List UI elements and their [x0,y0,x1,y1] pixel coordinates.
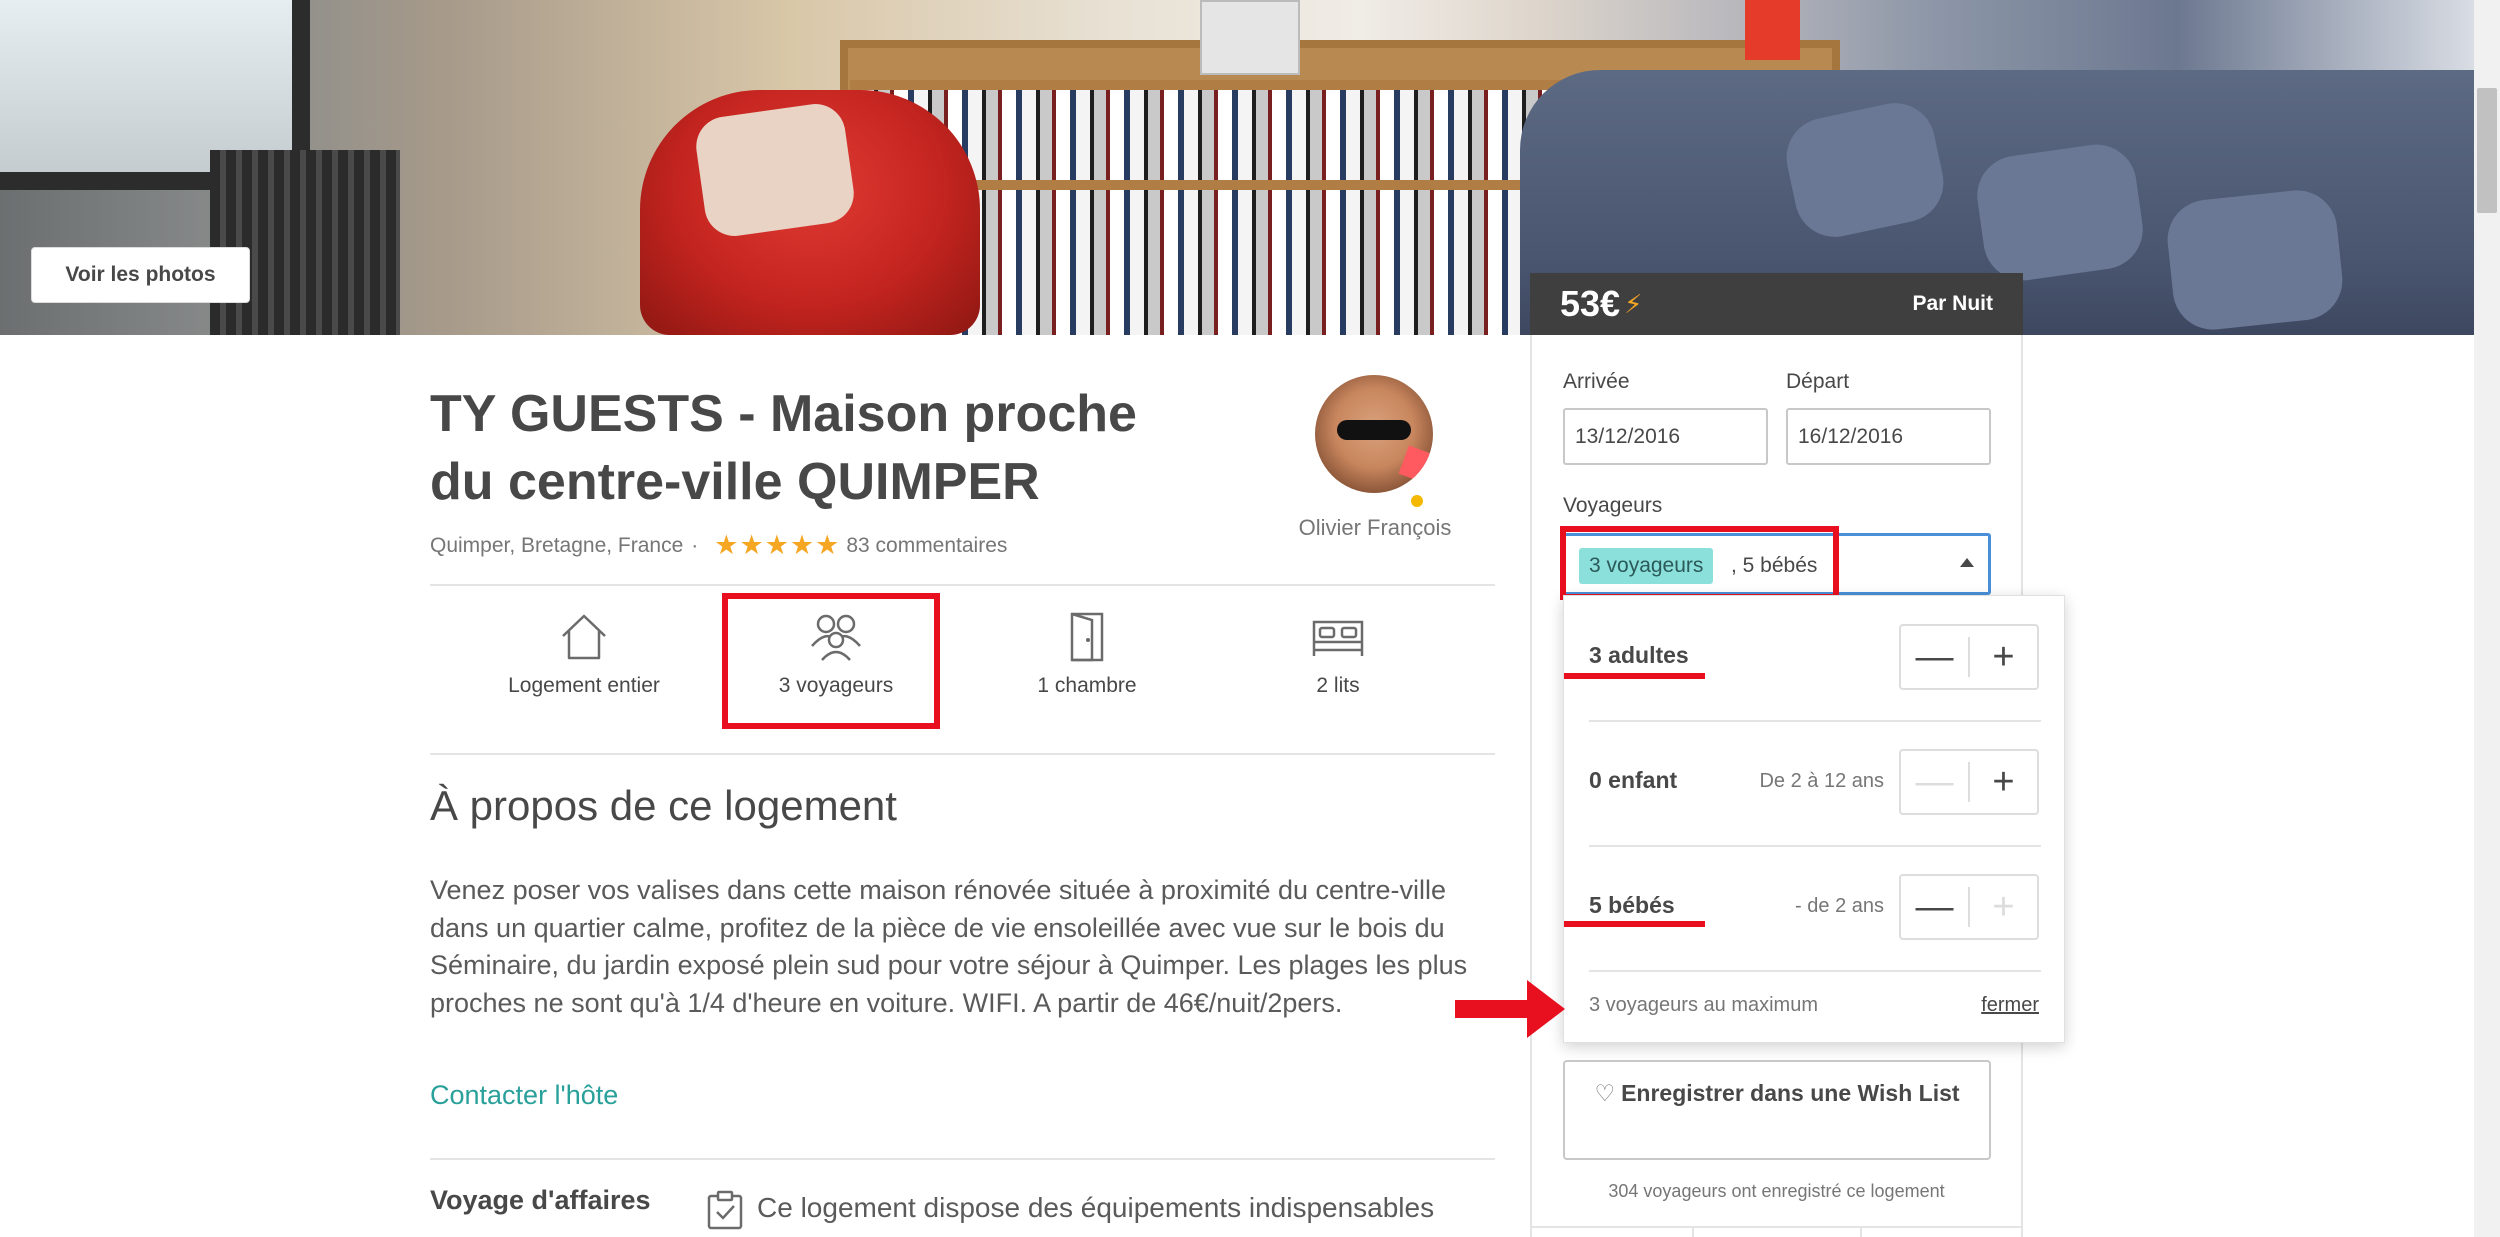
about-heading: À propos de ce logement [430,782,897,829]
booking-price-header: 53€ ⚡ Par Nuit [1530,273,2023,335]
children-label: 0 enfant [1589,767,1678,793]
infants-decrement-button[interactable]: — [1901,876,1968,938]
adults-label: 3 adultes [1589,642,1689,668]
business-travel-label: Voyage d'affaires [430,1185,651,1215]
adults-increment-button[interactable]: + [1970,626,2037,688]
amenity-entire-home: Logement entier [484,610,684,701]
divider [1589,970,2041,972]
divider [1530,1226,2023,1228]
nightly-price: 53€ ⚡ [1560,283,1642,325]
children-decrement-button[interactable]: — [1901,751,1968,813]
annotation-arrow-icon [1455,980,1565,1038]
checkin-label: Arrivée [1563,370,1630,393]
max-guests-note: 3 voyageurs au maximum [1589,994,1818,1016]
per-night-label: Par Nuit [1912,292,1993,315]
divider [1589,720,2041,722]
infants-label: 5 bébés [1589,892,1675,918]
guests-label: Voyageurs [1563,494,1663,517]
save-to-wishlist-button[interactable]: ♡ Enregistrer dans une Wish List [1563,1060,1991,1160]
superhost-badge-icon [1398,445,1433,483]
rating-stars-icon: ★★★★★ [714,530,841,560]
checklist-icon [707,1190,743,1230]
house-icon [562,614,606,660]
host-name[interactable]: Olivier François [1275,515,1475,541]
checkout-date-field[interactable]: 16/12/2016 [1786,408,1991,465]
guests-popover: 3 adultes — + 0 enfant De 2 à 12 ans — +… [1563,595,2065,1043]
annotation-box-guests [722,593,940,729]
amenity-label: 1 chambre [1037,674,1137,697]
adults-stepper: — + [1899,624,2039,690]
reviews-link[interactable]: 83 commentaires [846,534,1007,558]
amenity-bedrooms: 1 chambre [987,610,1187,701]
children-age-range: De 2 à 12 ans [1759,770,1884,792]
price-value: 53€ [1560,283,1621,324]
contact-host-link[interactable]: Contacter l'hôte [430,1080,618,1111]
annotation-underline-infants [1564,921,1705,927]
divider [430,584,1495,586]
wishlist-label: Enregistrer dans une Wish List [1621,1080,1960,1106]
close-popover-link[interactable]: fermer [1981,994,2039,1017]
location-line: Quimper, Bretagne, France · ★★★★★ 83 com… [430,530,1007,561]
annotation-underline-adults [1564,673,1705,679]
bed-icon [1312,620,1364,656]
business-travel-text: Ce logement dispose des équipements indi… [757,1192,1435,1223]
hero-cushion [692,100,858,240]
hero-speaker [1200,0,1300,75]
infants-increment-button[interactable]: + [1970,876,2037,938]
hero-radiator [210,150,400,335]
host-avatar[interactable] [1315,375,1433,493]
amenity-label: 2 lits [1316,674,1360,697]
about-description: Venez poser vos valises dans cette maiso… [430,875,1468,1018]
checkout-label: Départ [1786,370,1850,393]
amenity-beds: 2 lits [1238,610,1438,701]
checkin-date-field[interactable]: 13/12/2016 [1563,408,1768,465]
hero-pillow [1972,139,2148,286]
children-increment-button[interactable]: + [1970,751,2037,813]
hero-photo[interactable]: Voir les photos [0,0,2474,335]
divider [430,753,1495,755]
heart-icon: ♡ [1594,1080,1616,1106]
caret-up-icon[interactable] [1960,558,1974,567]
divider [1589,845,2041,847]
separator-dot: · [691,533,699,557]
infants-stepper: — + [1899,874,2039,940]
divider [430,1158,1495,1160]
amenity-label: Logement entier [508,674,660,697]
door-icon [1070,612,1104,662]
host-status-dot [1408,492,1426,510]
scrollbar-thumb[interactable] [2477,88,2497,213]
view-photos-button[interactable]: Voir les photos [31,247,250,303]
avatar-sunglasses [1337,420,1411,440]
children-stepper: — + [1899,749,2039,815]
hero-lamp [1745,0,1800,60]
divider [1692,1226,1694,1237]
listing-title: TY GUESTS - Maison proche du centre-vill… [430,385,1137,511]
infants-age-range: - de 2 ans [1795,895,1884,917]
saved-count-note: 304 voyageurs ont enregistré ce logement [1608,1181,1945,1201]
adults-decrement-button[interactable]: — [1901,626,1968,688]
divider [1860,1226,1862,1237]
location-text[interactable]: Quimper, Bretagne, France [430,534,683,558]
annotation-box-guest-select [1560,526,1839,600]
hero-pillow [2163,186,2347,334]
instant-book-bolt-icon: ⚡ [1624,288,1643,319]
